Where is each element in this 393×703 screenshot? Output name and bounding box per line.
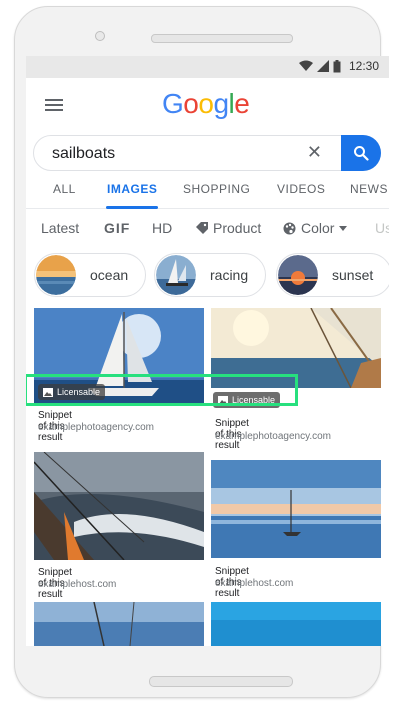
chip-label: sunset (332, 267, 374, 283)
highlight-box (26, 374, 298, 406)
home-button[interactable] (149, 676, 293, 687)
filter-gif-label: GIF (104, 220, 131, 236)
filter-hd[interactable]: HD (152, 220, 172, 236)
tab-shopping[interactable]: SHOPPING (183, 182, 250, 196)
status-time: 12:30 (348, 59, 379, 73)
wifi-icon (298, 60, 313, 71)
search-tabs: ALL IMAGES SHOPPING VIDEOS NEWS (26, 178, 389, 209)
filter-product-label: Product (213, 220, 262, 236)
result-source[interactable]: examplehost.com (38, 579, 116, 590)
logo-letter: G (162, 88, 184, 119)
hamburger-menu-icon[interactable] (45, 99, 63, 112)
logo-letter: e (234, 88, 250, 119)
status-bar: 12:30 (26, 56, 389, 78)
tab-all[interactable]: ALL (53, 182, 76, 196)
dropdown-arrow-icon (339, 225, 348, 231)
logo-letter: o (198, 88, 214, 119)
battery-icon (333, 59, 341, 72)
search-icon (354, 146, 369, 161)
chip-ocean[interactable]: ocean (34, 253, 146, 297)
chip-thumbnail (36, 255, 76, 295)
filter-usage-rights[interactable]: Us (375, 220, 389, 236)
filter-latest[interactable]: Latest (41, 220, 79, 236)
search-input[interactable]: sailboats (52, 145, 115, 163)
earpiece-speaker (151, 34, 293, 43)
tab-images[interactable]: IMAGES (107, 182, 157, 196)
search-button[interactable] (341, 135, 381, 171)
phone-screen: 12:30 Google sailboats ✕ ALL IMAGES SHOP… (26, 56, 389, 646)
clear-icon[interactable]: ✕ (307, 142, 322, 163)
palette-icon (283, 222, 296, 234)
chip-sunset[interactable]: sunset (276, 253, 389, 297)
search-box[interactable]: sailboats ✕ (33, 135, 381, 171)
result-source[interactable]: examplephotoagency.com (38, 422, 154, 433)
active-tab-indicator (106, 206, 158, 209)
signal-icon (316, 60, 329, 72)
chip-thumbnail (156, 255, 196, 295)
filter-product[interactable]: Product (196, 220, 261, 236)
related-searches: ocean racing sunset (26, 253, 389, 299)
google-logo[interactable]: Google (162, 88, 250, 120)
front-camera (95, 31, 105, 41)
result-image[interactable] (34, 602, 204, 646)
chip-label: ocean (90, 267, 129, 283)
filter-gif[interactable]: GIF (104, 220, 130, 236)
chip-racing[interactable]: racing (154, 253, 266, 297)
result-image[interactable] (34, 452, 204, 560)
tab-news[interactable]: NEWS (350, 182, 388, 196)
filter-color[interactable]: Color (283, 220, 348, 236)
result-image[interactable] (211, 602, 381, 646)
chip-thumbnail (278, 255, 318, 295)
result-source[interactable]: examplephotoagency.com (215, 431, 331, 442)
result-image[interactable] (211, 460, 381, 558)
logo-letter: g (213, 88, 229, 119)
result-source[interactable]: examplehost.com (215, 578, 293, 589)
filter-bar: Latest GIF HD Product Color Us (26, 216, 389, 242)
filter-color-label: Color (301, 220, 335, 236)
tab-videos[interactable]: VIDEOS (277, 182, 325, 196)
tag-icon (196, 222, 208, 234)
chip-label: racing (210, 267, 249, 283)
logo-letter: o (183, 88, 199, 119)
